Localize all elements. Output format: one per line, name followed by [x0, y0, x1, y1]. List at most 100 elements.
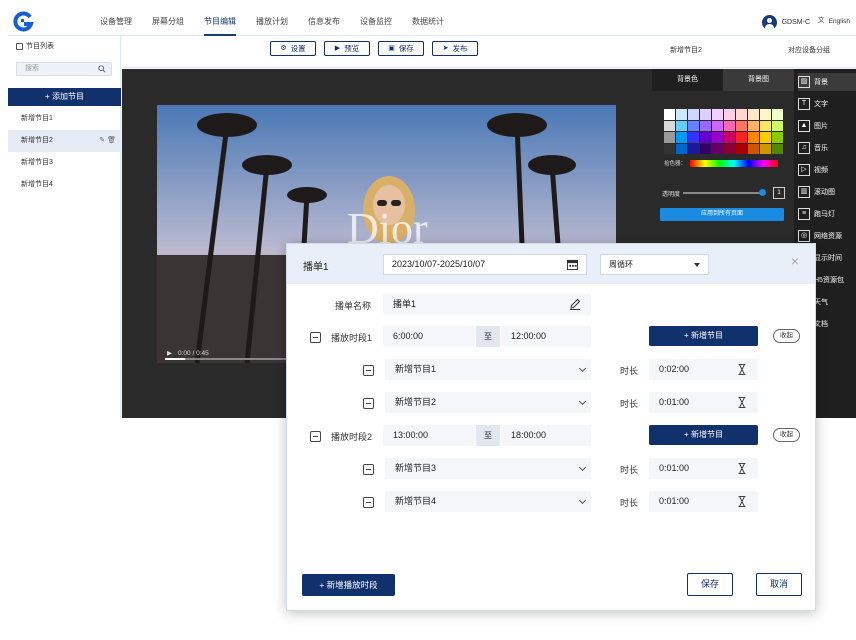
- color-swatch[interactable]: [688, 109, 699, 120]
- start-time-input[interactable]: 6:00:00: [383, 326, 475, 347]
- duration-input[interactable]: 0:01:00: [649, 458, 758, 479]
- nav-screen-group[interactable]: 屏幕分组: [152, 8, 184, 36]
- color-swatch[interactable]: [712, 120, 723, 131]
- color-swatch[interactable]: [748, 109, 759, 120]
- save-button[interactable]: 保存: [687, 573, 733, 596]
- close-icon[interactable]: ×: [789, 254, 801, 268]
- program-select[interactable]: 新增节目4: [385, 491, 591, 512]
- color-swatch[interactable]: [676, 120, 687, 131]
- color-swatch[interactable]: [724, 132, 735, 143]
- duration-input[interactable]: 0:01:00: [649, 392, 758, 413]
- opacity-value[interactable]: 1: [773, 187, 786, 199]
- opacity-slider[interactable]: [683, 189, 767, 196]
- color-swatch[interactable]: [748, 120, 759, 131]
- cancel-button[interactable]: 取消: [756, 573, 802, 596]
- color-swatch[interactable]: [700, 143, 711, 154]
- duration-input[interactable]: 0:02:00: [649, 359, 758, 380]
- preview-button[interactable]: ▶ 预览: [324, 41, 370, 56]
- tab-background-color[interactable]: 背景色: [652, 69, 723, 91]
- list-item[interactable]: 新增节目1: [8, 108, 121, 130]
- list-item[interactable]: 新增节目3: [8, 152, 121, 174]
- nav-program-edit[interactable]: 节目编辑: [204, 8, 236, 36]
- collapse-button[interactable]: 收起: [773, 428, 800, 442]
- color-swatch[interactable]: [688, 132, 699, 143]
- language-switch[interactable]: 文 English: [818, 17, 850, 25]
- color-swatch[interactable]: [700, 120, 711, 131]
- remove-program-icon[interactable]: [363, 365, 374, 376]
- program-select[interactable]: 新增节目3: [385, 458, 591, 479]
- start-time-input[interactable]: 13:00:00: [383, 425, 475, 446]
- apply-all-pages-button[interactable]: 应用到所有页面: [660, 208, 784, 221]
- duration-input[interactable]: 0:01:00: [649, 491, 758, 512]
- color-swatch[interactable]: [760, 143, 771, 154]
- play-icon[interactable]: ▶: [167, 349, 172, 357]
- tool-scroll-image[interactable]: ▥ 滚动图: [798, 183, 856, 201]
- color-swatch[interactable]: [664, 120, 675, 131]
- color-swatch[interactable]: [724, 109, 735, 120]
- color-swatch[interactable]: [736, 109, 747, 120]
- color-swatch[interactable]: [736, 143, 747, 154]
- color-swatch[interactable]: [736, 120, 747, 131]
- remove-program-icon[interactable]: [363, 398, 374, 409]
- color-swatch[interactable]: [700, 109, 711, 120]
- add-program-button[interactable]: + 新增节目: [649, 326, 758, 346]
- color-swatch[interactable]: [664, 132, 675, 143]
- tool-image[interactable]: ▲ 图片: [798, 117, 856, 135]
- nav-device-management[interactable]: 设备管理: [100, 8, 132, 36]
- color-swatch[interactable]: [772, 109, 783, 120]
- playlist-name-input[interactable]: 播单1: [383, 294, 591, 315]
- add-program-button[interactable]: + 添加节目: [8, 88, 121, 106]
- tool-text[interactable]: T 文字: [798, 95, 856, 113]
- color-swatch[interactable]: [772, 132, 783, 143]
- nav-play-plan[interactable]: 播放计划: [256, 8, 288, 36]
- tab-background-image[interactable]: 背景图: [723, 69, 794, 91]
- collapse-button[interactable]: 收起: [773, 329, 800, 343]
- tool-music[interactable]: ♫ 音乐: [798, 139, 856, 157]
- search-input[interactable]: 搜索: [16, 62, 112, 76]
- publish-button[interactable]: ➤ 发布: [432, 41, 478, 56]
- color-swatch[interactable]: [772, 120, 783, 131]
- color-swatch[interactable]: [676, 143, 687, 154]
- color-palette[interactable]: [664, 109, 783, 154]
- date-range-picker[interactable]: 2023/10/07-2025/10/07: [383, 254, 587, 275]
- color-swatch[interactable]: [688, 143, 699, 154]
- end-time-input[interactable]: 12:00:00: [501, 326, 591, 347]
- color-swatch[interactable]: [664, 109, 675, 120]
- color-swatch[interactable]: [748, 143, 759, 154]
- program-select[interactable]: 新增节目2: [385, 392, 591, 413]
- nav-data-stats[interactable]: 数据统计: [412, 8, 444, 36]
- add-period-button[interactable]: + 新增播放时段: [302, 574, 395, 596]
- hue-slider[interactable]: [690, 159, 779, 167]
- color-swatch[interactable]: [664, 143, 675, 154]
- list-item[interactable]: 新增节目4: [8, 174, 121, 196]
- add-program-button[interactable]: + 新增节目: [649, 425, 758, 445]
- save-button[interactable]: ▣ 保存: [378, 41, 424, 56]
- color-swatch[interactable]: [676, 132, 687, 143]
- color-swatch[interactable]: [688, 120, 699, 131]
- delete-icon[interactable]: 🗑: [107, 137, 116, 144]
- collapse-period-icon[interactable]: [310, 332, 321, 343]
- device-group-label[interactable]: 对应设备分组: [788, 45, 830, 55]
- color-swatch[interactable]: [772, 143, 783, 154]
- edit-icon[interactable]: ✎: [99, 137, 105, 144]
- tool-marquee[interactable]: ≡ 跑马灯: [798, 205, 856, 223]
- color-swatch[interactable]: [736, 132, 747, 143]
- search-icon[interactable]: [98, 65, 106, 73]
- collapse-period-icon[interactable]: [310, 431, 321, 442]
- nav-device-monitor[interactable]: 设备监控: [360, 8, 392, 36]
- color-swatch[interactable]: [724, 120, 735, 131]
- tool-video[interactable]: ▷ 视频: [798, 161, 856, 179]
- calendar-icon[interactable]: [567, 259, 578, 270]
- color-swatch[interactable]: [700, 132, 711, 143]
- color-swatch[interactable]: [712, 132, 723, 143]
- color-swatch[interactable]: [760, 120, 771, 131]
- color-swatch[interactable]: [712, 109, 723, 120]
- color-swatch[interactable]: [676, 109, 687, 120]
- color-swatch[interactable]: [748, 132, 759, 143]
- program-select[interactable]: 新增节目1: [385, 359, 591, 380]
- color-swatch[interactable]: [724, 143, 735, 154]
- color-swatch[interactable]: [712, 143, 723, 154]
- nav-info-publish[interactable]: 信息发布: [308, 8, 340, 36]
- color-swatch[interactable]: [760, 109, 771, 120]
- list-item[interactable]: 新增节目2 ✎ 🗑: [8, 130, 121, 152]
